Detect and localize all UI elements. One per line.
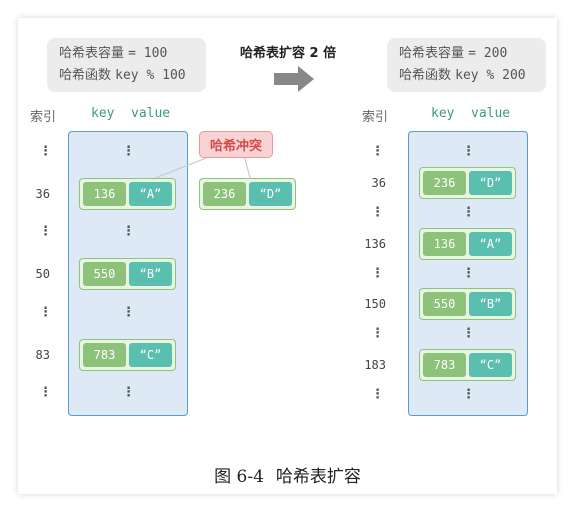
right-index: 136 (364, 237, 386, 251)
right-bucket-ellipsis: ⋮ (462, 326, 475, 341)
right-bucket-pair: 550 “B” (419, 288, 516, 320)
right-bucket-pair: 236 “D” (419, 167, 516, 199)
right-ellipsis: ⋮ (371, 387, 384, 402)
right-bucket-ellipsis: ⋮ (462, 205, 475, 220)
right-bucket-ellipsis: ⋮ (462, 387, 475, 402)
right-ellipsis: ⋮ (371, 144, 384, 159)
right-bucket-ellipsis: ⋮ (462, 144, 475, 159)
right-ellipsis: ⋮ (371, 205, 384, 220)
pair-key: 236 (423, 171, 466, 195)
pair-value: “C” (469, 353, 512, 377)
right-bucket-pair: 136 “A” (419, 228, 516, 260)
right-bucket-pair: 783 “C” (419, 349, 516, 381)
pair-key: 783 (423, 353, 466, 377)
right-index: 36 (371, 176, 386, 190)
right-ellipsis: ⋮ (371, 266, 384, 281)
figure-number: 图 6-4 (214, 467, 264, 487)
right-index: 150 (364, 297, 386, 311)
figure-caption: 图 6-4 哈希表扩容 (0, 462, 575, 487)
right-index: 183 (364, 358, 386, 372)
pair-value: “D” (469, 171, 512, 195)
pair-value: “B” (469, 292, 512, 316)
collision-label: 哈希冲突 (199, 131, 274, 158)
pair-key: 550 (423, 292, 466, 316)
right-bucket-ellipsis: ⋮ (462, 266, 475, 281)
pair-value: “A” (469, 232, 512, 256)
figure-caption-text: 哈希表扩容 (275, 467, 361, 487)
right-ellipsis: ⋮ (371, 326, 384, 341)
pair-key: 136 (423, 232, 466, 256)
